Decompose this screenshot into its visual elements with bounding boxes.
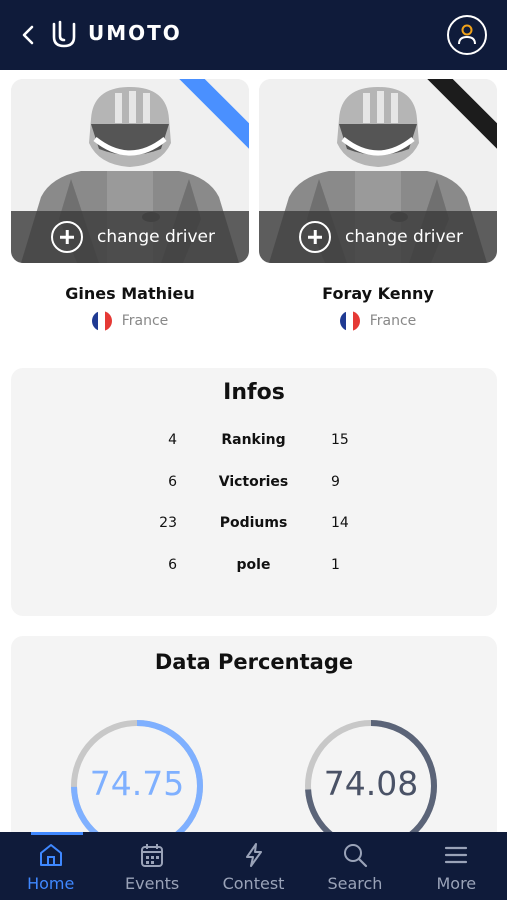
- stat-label: Podiums: [219, 515, 288, 531]
- chevron-left-icon: [22, 25, 34, 45]
- stat-left-value: 23: [159, 515, 177, 531]
- driver-country: France: [11, 311, 249, 331]
- gauge-value: 74.75: [89, 764, 185, 803]
- driver-name: Foray Kenny: [322, 284, 434, 303]
- menu-icon: [445, 846, 468, 864]
- infos-title: Infos: [223, 380, 285, 405]
- back-button[interactable]: [18, 22, 40, 48]
- change-driver-button[interactable]: change driver: [259, 211, 497, 263]
- change-driver-label: change driver: [345, 227, 463, 247]
- stat-row-pole: 6 pole 1: [11, 557, 497, 581]
- top-app-bar: UMOTO: [0, 0, 507, 70]
- driver-country: France: [259, 311, 497, 331]
- calendar-icon: [141, 844, 164, 867]
- nav-home[interactable]: Home: [0, 832, 101, 900]
- profile-button[interactable]: [447, 15, 487, 55]
- stat-row-ranking: 4 Ranking 15: [11, 432, 497, 456]
- stat-left-value: 6: [168, 557, 177, 573]
- france-flag-icon: [339, 311, 360, 331]
- france-flag-icon: [91, 311, 112, 331]
- stat-right-value: 1: [331, 557, 340, 573]
- nav-label: Search: [327, 874, 383, 893]
- plus-circle-icon: [51, 221, 83, 253]
- stat-left-value: 4: [168, 432, 177, 448]
- umoto-logo-icon: [50, 20, 78, 50]
- driver-color-ribbon: [427, 79, 497, 149]
- change-driver-label: change driver: [97, 227, 215, 247]
- nav-events[interactable]: Events: [101, 832, 202, 900]
- nav-label: More: [436, 874, 477, 893]
- data-percentage-title: Data Percentage: [154, 650, 354, 674]
- stat-row-victories: 6 Victories 9: [11, 474, 497, 498]
- user-profile-icon: [458, 24, 476, 45]
- stat-right-value: 9: [331, 474, 340, 490]
- stat-label: Ranking: [221, 432, 286, 448]
- stat-left-value: 6: [168, 474, 177, 490]
- stat-label: Victories: [218, 474, 289, 490]
- infos-panel: Infos 4 Ranking 15 6 Victories 9 23 Podi…: [11, 368, 497, 616]
- nav-more[interactable]: More: [406, 832, 507, 900]
- stat-row-podiums: 23 Podiums 14: [11, 515, 497, 539]
- driver-name: Gines Mathieu: [65, 284, 195, 303]
- change-driver-button[interactable]: change driver: [11, 211, 249, 263]
- driver-color-ribbon: [179, 79, 249, 149]
- app-title: UMOTO: [88, 21, 182, 45]
- nav-search[interactable]: Search: [304, 832, 405, 900]
- driver-card-1: change driver: [11, 79, 249, 263]
- driver-card-2: change driver: [259, 79, 497, 263]
- bottom-navigation: Home Events Contest Search More: [0, 832, 507, 900]
- nav-label: Home: [27, 874, 75, 893]
- gauge-value: 74.08: [323, 764, 419, 803]
- plus-circle-icon: [299, 221, 331, 253]
- stat-right-value: 15: [331, 432, 349, 448]
- lightning-icon: [245, 843, 262, 867]
- country-name: France: [369, 313, 417, 329]
- search-icon: [343, 844, 368, 868]
- nav-label: Events: [125, 874, 180, 893]
- stat-label: pole: [236, 557, 271, 573]
- home-icon: [39, 844, 62, 866]
- nav-label: Contest: [222, 874, 285, 893]
- stat-right-value: 14: [331, 515, 349, 531]
- country-name: France: [121, 313, 169, 329]
- nav-contest[interactable]: Contest: [203, 832, 304, 900]
